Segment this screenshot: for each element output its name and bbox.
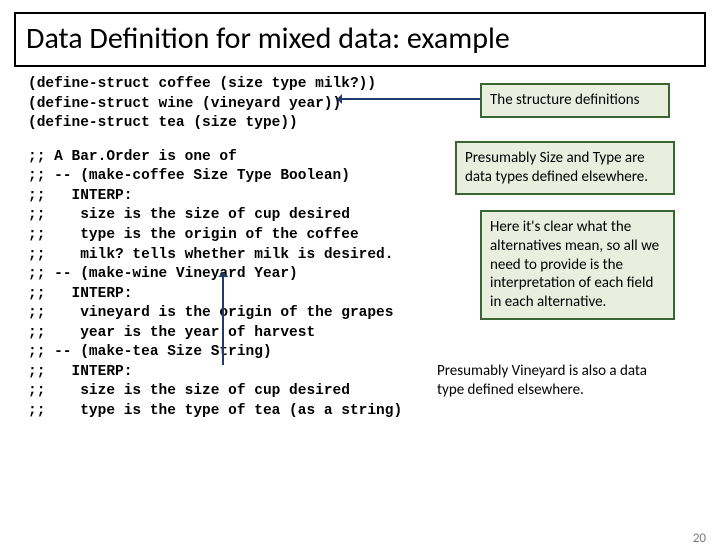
callout-text: Presumably Vineyard is also a data type … xyxy=(437,362,647,399)
arrow-icon xyxy=(340,98,480,100)
callout-struct-defs: The structure definitions xyxy=(480,83,670,118)
callout-size-type: Presumably Size and Type are data types … xyxy=(455,141,675,195)
arrow-icon xyxy=(222,275,224,365)
slide-content: (define-struct coffee (size type milk?))… xyxy=(0,75,720,422)
page-title: Data Definition for mixed data: example xyxy=(26,20,694,57)
title-box: Data Definition for mixed data: example xyxy=(14,12,706,67)
callout-text: Here it's clear what the alternatives me… xyxy=(490,218,659,311)
callout-vineyard: Presumably Vineyard is also a data type … xyxy=(435,360,675,402)
callout-text: The structure definitions xyxy=(490,91,640,109)
slide-number: 20 xyxy=(693,531,706,546)
callout-alternatives: Here it's clear what the alternatives me… xyxy=(480,210,675,320)
callout-text: Presumably Size and Type are data types … xyxy=(465,149,648,186)
